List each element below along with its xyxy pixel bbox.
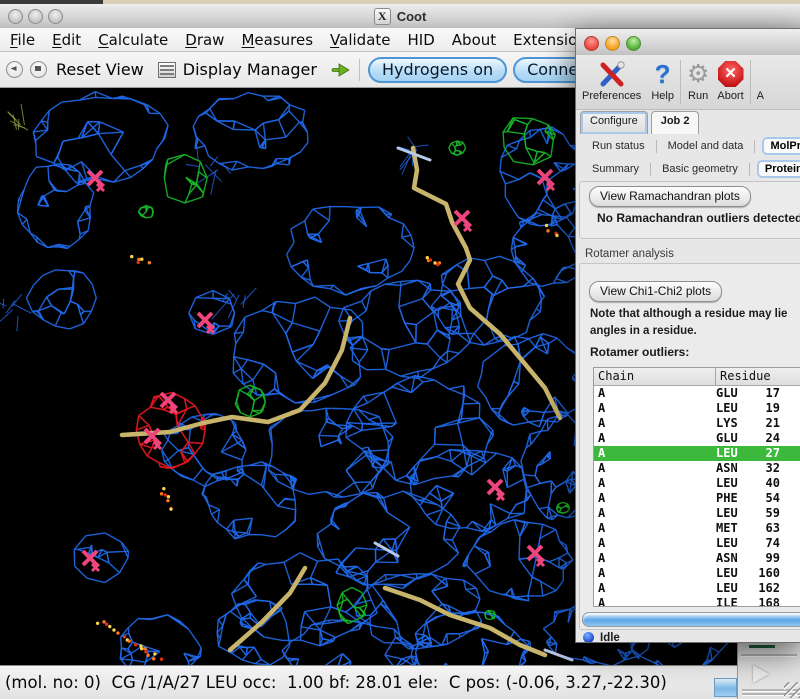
menu-item-hid[interactable]: HID xyxy=(408,31,435,49)
status-dot-icon xyxy=(583,632,594,643)
table-row[interactable]: AILE168 xyxy=(594,596,800,607)
table-row[interactable]: ALEU19 xyxy=(594,401,800,416)
tab-separator xyxy=(754,140,755,153)
table-row[interactable]: ALEU162 xyxy=(594,581,800,596)
tab-basic-geometry[interactable]: Basic geometry xyxy=(658,161,742,177)
x11-icon: X xyxy=(374,8,391,25)
abort-octagon-icon: ✕ xyxy=(718,61,744,87)
menu-item-measures[interactable]: Measures xyxy=(241,31,313,49)
table-row[interactable]: AMET63 xyxy=(594,521,800,536)
view-chi1-chi2-plots-button[interactable]: View Chi1-Chi2 plots xyxy=(589,281,722,302)
reset-view-button[interactable]: Reset View xyxy=(56,60,144,79)
main-title-bar[interactable]: X Coot xyxy=(0,4,800,29)
menu-item-calculate[interactable]: Calculate xyxy=(98,31,168,49)
dialog-zoom-button[interactable] xyxy=(626,36,641,51)
table-row[interactable]: ALEU160 xyxy=(594,566,800,581)
display-manager-button[interactable]: Display Manager xyxy=(183,60,317,79)
tab-separator xyxy=(749,163,750,176)
abort-button[interactable]: ✕ Abort xyxy=(717,59,743,102)
desktop: X Coot File Edit Calculate Draw Measures Vali… xyxy=(0,0,800,699)
clipped-toolbar-button[interactable]: A xyxy=(757,59,764,102)
display-manager-icon[interactable] xyxy=(158,62,176,78)
ramachandran-frame: View Ramachandran plots No Ramachandran … xyxy=(579,181,800,239)
notebook-tabs-jobs: ConfigureJob 2 xyxy=(580,111,699,134)
dialog-title-bar[interactable] xyxy=(576,29,800,56)
tab-separator xyxy=(650,163,651,176)
tab-separator xyxy=(656,140,657,153)
rotamer-note-line2: angles in a residue. xyxy=(590,325,697,337)
dialog-toolbar-separator xyxy=(750,60,751,104)
tab-job-2[interactable]: Job 2 xyxy=(651,111,700,134)
table-row[interactable]: ALEU74 xyxy=(594,536,800,551)
preferences-button[interactable]: Preferences xyxy=(582,59,641,102)
menu-item-file[interactable]: File xyxy=(10,31,35,49)
main-status-bar: (mol. no: 0) CG /1/A/27 LEU occ: 1.00 bf… xyxy=(0,665,800,699)
background-panel xyxy=(737,643,800,699)
help-question-icon: ? xyxy=(655,59,671,89)
rotamer-outliers-label: Rotamer outliers: xyxy=(590,345,689,359)
rotamer-note-line1: Note that although a residue may lie xyxy=(590,308,787,320)
atom-status-text: (mol. no: 0) CG /1/A/27 LEU occ: 1.00 bf… xyxy=(0,673,667,692)
record-view-icon[interactable] xyxy=(30,61,47,78)
run-button[interactable]: ⚙ Run xyxy=(687,59,709,102)
tab-molprobity[interactable]: MolProbity xyxy=(762,137,800,155)
preferences-tools-icon xyxy=(598,59,626,89)
menu-item-edit[interactable]: Edit xyxy=(52,31,81,49)
table-row[interactable]: ALEU40 xyxy=(594,476,800,491)
notebook-tabs-molprobity: SummaryBasic geometryProteinChains xyxy=(576,158,800,180)
table-header: Chain Residue xyxy=(594,368,800,386)
rotamer-frame-label: Rotamer analysis xyxy=(585,248,674,260)
table-row[interactable]: ALEU27 xyxy=(594,446,800,461)
notebook-tabs-sections: Run status Model and data MolProbity xyxy=(576,135,800,157)
horizontal-scrollbar[interactable] xyxy=(582,612,800,627)
table-row[interactable]: AASN99 xyxy=(594,551,800,566)
dialog-toolbar: Preferences ? Help ⚙ Run ✕ Abort A xyxy=(576,55,800,110)
status-blue-square[interactable] xyxy=(714,678,737,697)
rotamer-outliers-table[interactable]: Chain Residue AGLU17 ALEU19 ALYS21 AGLU2… xyxy=(593,367,800,607)
table-row[interactable]: AASN32 xyxy=(594,461,800,476)
tab-protein[interactable]: Protein xyxy=(757,160,800,178)
background-green-line xyxy=(749,645,775,648)
validation-dialog-window: Preferences ? Help ⚙ Run ✕ Abort A Confi… xyxy=(575,28,800,643)
column-header-chain[interactable]: Chain xyxy=(594,368,716,385)
window-title: Coot xyxy=(397,9,427,24)
tab-summary[interactable]: Summary xyxy=(588,161,643,177)
dialog-status-row: Idle xyxy=(576,631,800,643)
table-body: AGLU17 ALEU19 ALYS21 AGLU24 ALEU27 AASN3… xyxy=(594,386,800,607)
column-header-residue[interactable]: Residue xyxy=(716,368,775,385)
table-row[interactable]: ALYS21 xyxy=(594,416,800,431)
toolbar-separator xyxy=(359,59,360,81)
dialog-close-button[interactable] xyxy=(584,36,599,51)
groove-line xyxy=(741,654,797,657)
menu-item-validate[interactable]: Validate xyxy=(330,31,390,49)
dialog-toolbar-separator xyxy=(680,60,681,104)
help-button[interactable]: ? Help xyxy=(651,59,674,102)
tab-configure[interactable]: Configure xyxy=(580,111,648,134)
dialog-minimize-button[interactable] xyxy=(605,36,620,51)
tab-run-status[interactable]: Run status xyxy=(588,138,649,154)
dialog-status-text: Idle xyxy=(600,632,620,644)
go-arrow-icon[interactable] xyxy=(331,63,351,77)
menu-item-draw[interactable]: Draw xyxy=(185,31,224,49)
gear-icon: ⚙ xyxy=(687,59,709,89)
view-ramachandran-plots-button[interactable]: View Ramachandran plots xyxy=(589,186,751,207)
hydrogens-toggle-button[interactable]: Hydrogens on xyxy=(368,57,507,83)
table-row[interactable]: APHE54 xyxy=(594,491,800,506)
table-row[interactable]: AGLU24 xyxy=(594,431,800,446)
play-triangle-icon[interactable] xyxy=(753,665,769,683)
rotamer-frame: View Chi1-Chi2 plots Note that although … xyxy=(579,263,800,630)
ramachandran-message: No Ramachandran outliers detected xyxy=(597,211,800,225)
tab-model-and-data[interactable]: Model and data xyxy=(664,138,748,154)
menu-item-about[interactable]: About xyxy=(452,31,496,49)
resize-grip[interactable] xyxy=(784,682,800,698)
table-row[interactable]: AGLU17 xyxy=(594,386,800,401)
back-view-icon[interactable] xyxy=(6,61,23,78)
table-row[interactable]: ALEU59 xyxy=(594,506,800,521)
